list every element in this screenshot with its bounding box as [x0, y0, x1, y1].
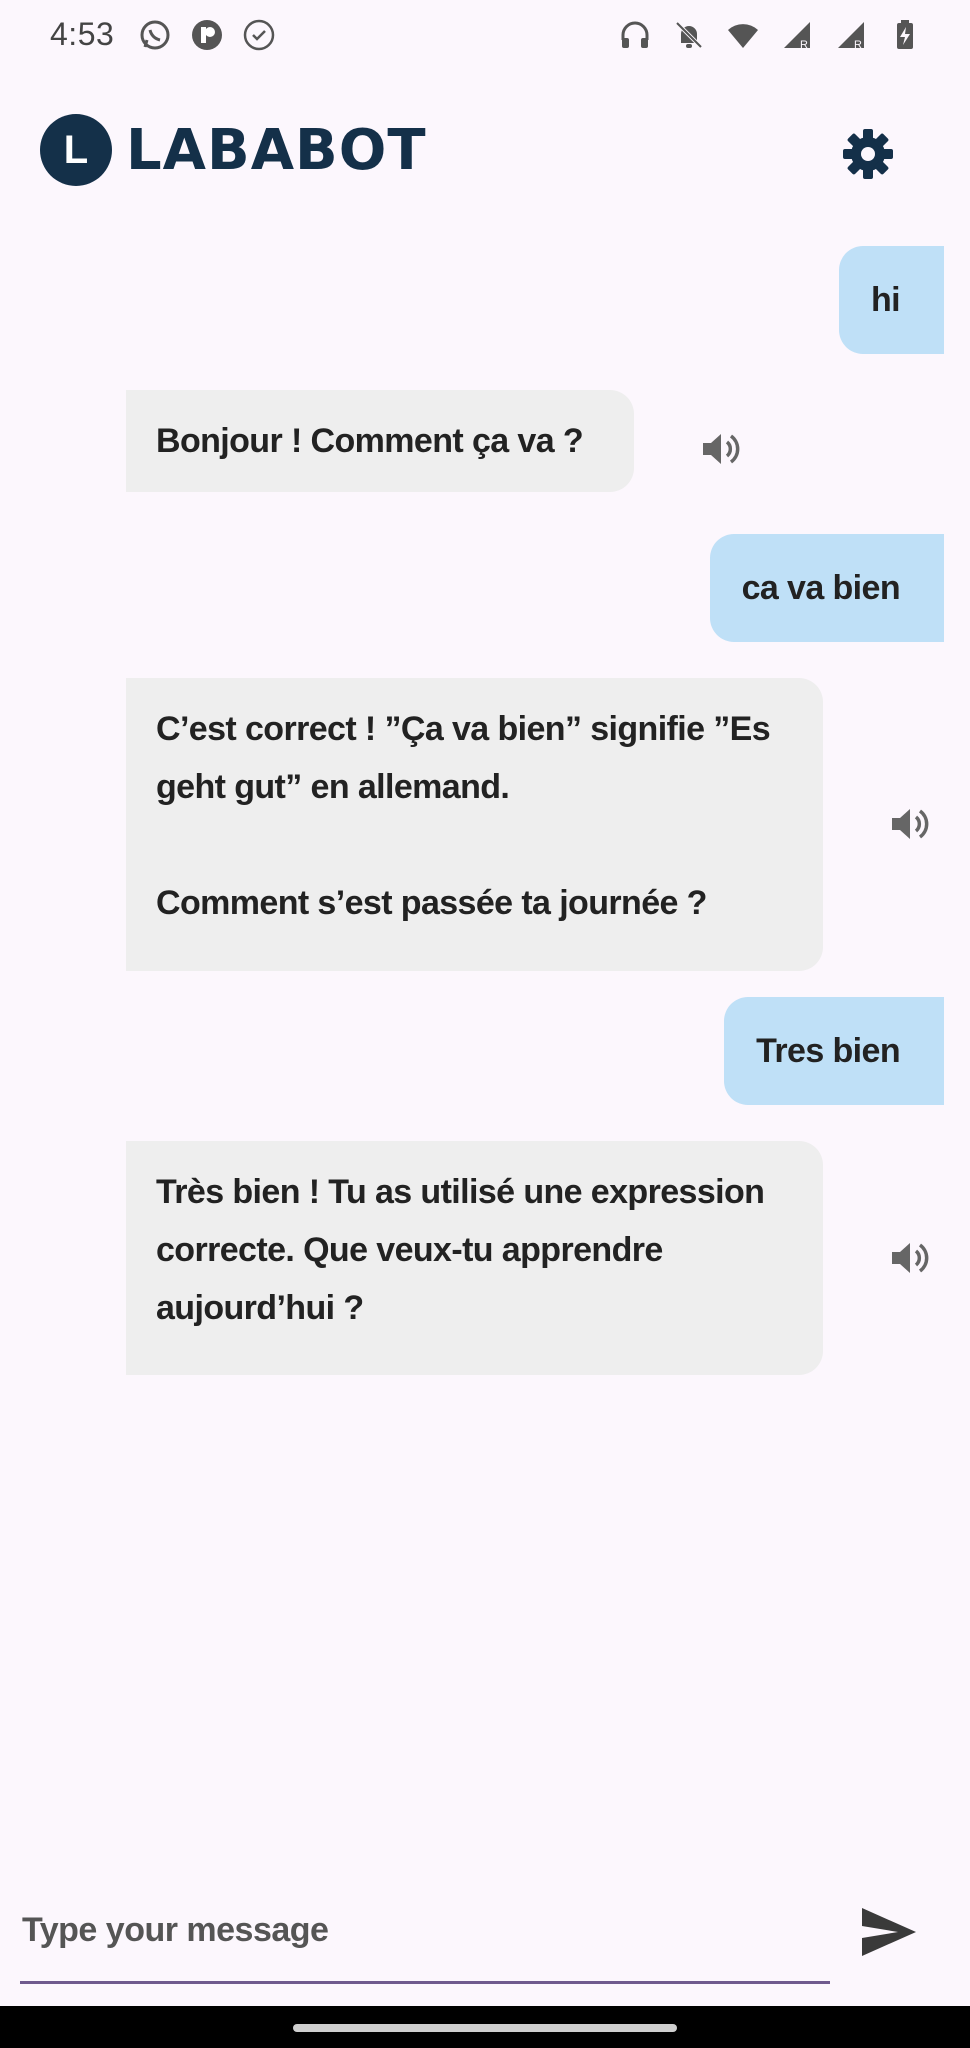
- chat-screen: 4:53 R R L LABABOT hi Bonjour ! Comment …: [0, 0, 970, 2048]
- gear-icon[interactable]: [838, 124, 898, 184]
- message-text: hi: [870, 281, 901, 319]
- message-line: Comment s’est passée ta journée ?: [156, 884, 707, 922]
- message-line: geht gut” en allemand.: [156, 768, 510, 806]
- bot-message: C’est correct ! ”Ça va bien” signifie ”E…: [126, 678, 823, 971]
- speaker-icon[interactable]: [886, 801, 932, 847]
- message-text: Tres bien: [756, 1032, 900, 1070]
- signal-r-icon: R: [784, 22, 810, 51]
- lababot-logo: L LABABOT: [40, 114, 427, 186]
- speaker-icon[interactable]: [886, 1235, 932, 1281]
- message-line: correcte. Que veux-tu apprendre: [156, 1231, 663, 1269]
- send-icon[interactable]: [856, 1900, 920, 1964]
- status-left-icons: [138, 18, 276, 52]
- system-nav-bar: [0, 2006, 970, 2048]
- whatsapp-icon: [140, 20, 170, 50]
- status-bar: 4:53 R R: [0, 0, 970, 72]
- message-text: Bonjour ! Comment ça va ?: [156, 422, 584, 460]
- check-circle-icon: [243, 19, 275, 51]
- message-input[interactable]: [20, 1880, 830, 1984]
- bell-off-icon: [675, 21, 703, 49]
- status-right-icons: R R: [618, 18, 922, 52]
- speaker-icon[interactable]: [697, 426, 743, 472]
- wifi-icon: [728, 24, 758, 48]
- svg-text:R: R: [800, 39, 808, 51]
- bot-message: Très bien ! Tu as utilisé une expression…: [126, 1141, 823, 1375]
- composer: [0, 1880, 970, 1990]
- message-line: aujourd’hui ?: [156, 1289, 364, 1327]
- user-message: Tres bien: [724, 997, 944, 1105]
- app-icon: [192, 20, 222, 50]
- message-line: Très bien ! Tu as utilisé une expression: [156, 1173, 765, 1211]
- message-text: ca va bien: [741, 569, 901, 607]
- battery-charging-icon: [897, 20, 913, 49]
- home-gesture-handle[interactable]: [293, 2024, 677, 2032]
- user-message: ca va bien: [709, 534, 944, 642]
- bot-message: Bonjour ! Comment ça va ?: [126, 390, 634, 492]
- status-time: 4:53: [50, 16, 115, 52]
- user-message: hi: [838, 246, 944, 354]
- message-line: C’est correct ! ”Ça va bien” signifie ”E…: [156, 710, 771, 748]
- app-header: L LABABOT: [0, 100, 970, 210]
- svg-text:R: R: [854, 39, 862, 51]
- message-line: [156, 816, 793, 874]
- logo-mark: L: [40, 114, 112, 186]
- signal-r-icon: R: [838, 22, 864, 51]
- headphones-icon: [621, 21, 649, 48]
- logo-text: LABABOT: [126, 117, 427, 183]
